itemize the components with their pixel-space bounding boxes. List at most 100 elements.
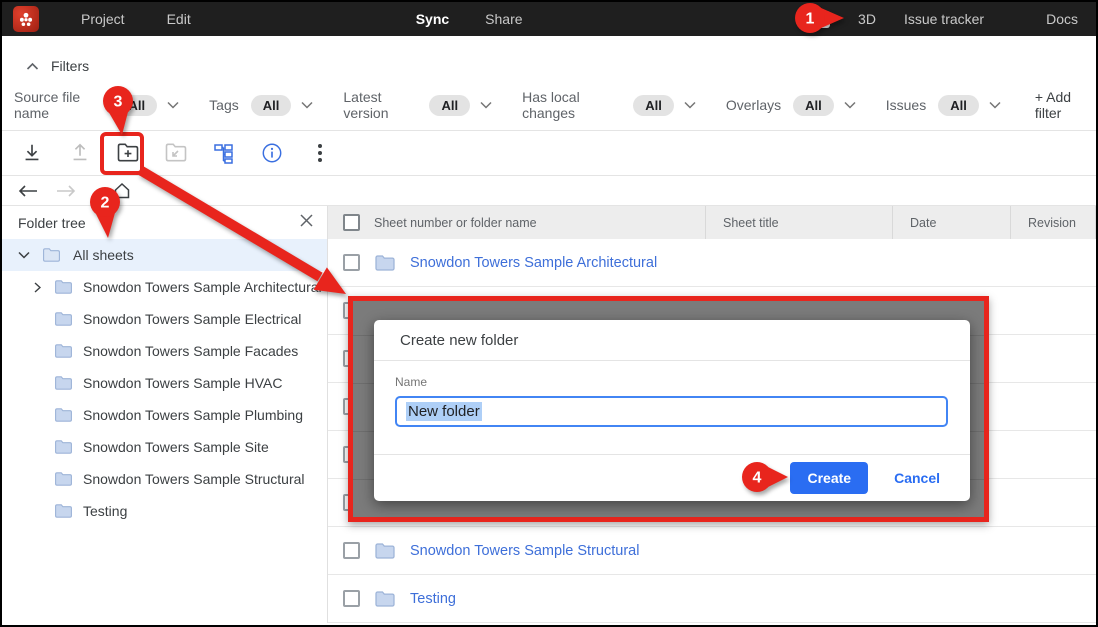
tree-node-facades[interactable]: Snowdon Towers Sample Facades bbox=[2, 335, 327, 367]
menu-edit[interactable]: Edit bbox=[167, 11, 191, 27]
mode-2d-toggle[interactable]: 2D bbox=[801, 11, 830, 28]
filter-tags[interactable]: Tags All bbox=[209, 95, 313, 116]
folder-icon bbox=[42, 247, 61, 263]
download-button[interactable] bbox=[8, 131, 56, 175]
row-checkbox[interactable] bbox=[343, 254, 360, 271]
name-field-label: Name bbox=[395, 375, 948, 389]
sheet-toolbar bbox=[2, 131, 1096, 175]
filter-value-pill[interactable]: All bbox=[633, 95, 674, 116]
tree-node-electrical[interactable]: Snowdon Towers Sample Electrical bbox=[2, 303, 327, 335]
filter-overlays[interactable]: Overlays All bbox=[726, 95, 856, 116]
row-checkbox[interactable] bbox=[343, 542, 360, 559]
folder-icon bbox=[374, 542, 396, 560]
home-button[interactable] bbox=[110, 182, 134, 199]
tree-node-structural[interactable]: Snowdon Towers Sample Structural bbox=[2, 463, 327, 495]
move-to-folder-button[interactable] bbox=[152, 131, 200, 175]
mode-3d-toggle[interactable]: 3D bbox=[858, 11, 876, 27]
tree-view-button[interactable] bbox=[200, 131, 248, 175]
chevron-down-icon[interactable] bbox=[480, 101, 492, 109]
chevron-down-icon[interactable] bbox=[684, 101, 696, 109]
tree-node-hvac[interactable]: Snowdon Towers Sample HVAC bbox=[2, 367, 327, 399]
tree-node-architectural[interactable]: Snowdon Towers Sample Architectural bbox=[2, 271, 327, 303]
folder-link[interactable]: Snowdon Towers Sample Structural bbox=[410, 543, 639, 559]
row-checkbox[interactable] bbox=[343, 590, 360, 607]
add-filter-button[interactable]: + Add filter bbox=[1035, 89, 1096, 121]
filter-has-local-changes[interactable]: Has local changes All bbox=[522, 89, 696, 121]
forward-arrow-icon bbox=[56, 184, 76, 198]
filter-value-pill[interactable]: All bbox=[117, 95, 158, 116]
chevron-up-icon bbox=[26, 62, 39, 71]
tree-node-label: Snowdon Towers Sample Site bbox=[83, 439, 269, 455]
folder-icon bbox=[54, 311, 73, 327]
tree-node-label: Snowdon Towers Sample HVAC bbox=[83, 375, 282, 391]
column-sheet-number[interactable]: Sheet number or folder name bbox=[374, 216, 705, 230]
more-vertical-icon bbox=[317, 142, 323, 164]
folder-icon bbox=[54, 503, 73, 519]
table-row-architectural[interactable]: Snowdon Towers Sample Architectural bbox=[328, 239, 1096, 287]
home-icon bbox=[113, 182, 131, 199]
folder-link[interactable]: Testing bbox=[410, 591, 456, 607]
tree-node-testing[interactable]: Testing bbox=[2, 495, 327, 527]
folder-name-input[interactable]: New folder bbox=[395, 396, 948, 427]
column-revision[interactable]: Revision bbox=[1010, 206, 1096, 239]
menu-share[interactable]: Share bbox=[485, 11, 522, 27]
filter-value-pill[interactable]: All bbox=[938, 95, 979, 116]
filter-issues[interactable]: Issues All bbox=[886, 95, 1001, 116]
annotation-highlight-box-4: Create new folder Name New folder Create… bbox=[348, 296, 989, 522]
column-sheet-title[interactable]: Sheet title bbox=[705, 206, 892, 239]
tree-node-plumbing[interactable]: Snowdon Towers Sample Plumbing bbox=[2, 399, 327, 431]
upload-icon bbox=[69, 142, 91, 164]
filter-value-pill[interactable]: All bbox=[793, 95, 834, 116]
filter-value-pill[interactable]: All bbox=[251, 95, 292, 116]
chevron-down-icon[interactable] bbox=[301, 101, 313, 109]
forward-button[interactable] bbox=[54, 184, 78, 198]
menu-sync[interactable]: Sync bbox=[416, 11, 449, 27]
close-icon[interactable] bbox=[300, 214, 313, 232]
filter-source-file-name[interactable]: Source file name All bbox=[14, 89, 179, 121]
table-row-structural[interactable]: Snowdon Towers Sample Structural bbox=[328, 527, 1096, 575]
folder-icon bbox=[54, 279, 73, 295]
filter-label: Overlays bbox=[726, 97, 781, 113]
table-row-testing[interactable]: Testing bbox=[328, 575, 1096, 623]
menu-issue-tracker[interactable]: Issue tracker bbox=[904, 11, 984, 27]
new-folder-button[interactable] bbox=[104, 131, 152, 175]
selected-input-text: New folder bbox=[406, 402, 482, 421]
filter-latest-version[interactable]: Latest version All bbox=[343, 89, 492, 121]
select-all-checkbox[interactable] bbox=[343, 214, 360, 231]
chevron-down-icon[interactable] bbox=[167, 101, 179, 109]
menu-docs[interactable]: Docs bbox=[1046, 11, 1078, 27]
cancel-button[interactable]: Cancel bbox=[894, 470, 940, 486]
more-options-button[interactable] bbox=[296, 131, 344, 175]
chevron-right-icon[interactable] bbox=[34, 282, 41, 293]
folder-icon bbox=[54, 343, 73, 359]
filters-header[interactable]: Filters bbox=[2, 36, 1096, 80]
back-button[interactable] bbox=[16, 184, 40, 198]
filter-row: Source file name All Tags All Latest ver… bbox=[2, 80, 1096, 130]
folder-icon bbox=[374, 590, 396, 608]
tree-node-site[interactable]: Snowdon Towers Sample Site bbox=[2, 431, 327, 463]
create-button[interactable]: Create bbox=[790, 462, 868, 494]
info-button[interactable] bbox=[248, 131, 296, 175]
filter-label: Source file name bbox=[14, 89, 105, 121]
move-to-folder-icon bbox=[164, 142, 188, 164]
tree-node-label: Snowdon Towers Sample Plumbing bbox=[83, 407, 303, 423]
filter-value-pill[interactable]: All bbox=[429, 95, 470, 116]
column-date[interactable]: Date bbox=[892, 206, 1010, 239]
back-arrow-icon bbox=[18, 184, 38, 198]
folder-tree-title: Folder tree bbox=[18, 215, 86, 231]
tree-node-all-sheets[interactable]: All sheets bbox=[2, 239, 327, 271]
chevron-down-icon[interactable] bbox=[844, 101, 856, 109]
upload-button[interactable] bbox=[56, 131, 104, 175]
tree-node-label: Snowdon Towers Sample Facades bbox=[83, 343, 298, 359]
filter-label: Has local changes bbox=[522, 89, 621, 121]
chevron-down-icon[interactable] bbox=[989, 101, 1001, 109]
filter-label: Latest version bbox=[343, 89, 417, 121]
folder-link[interactable]: Snowdon Towers Sample Architectural bbox=[410, 255, 657, 271]
info-icon bbox=[261, 142, 283, 164]
app-window: Project Edit Sync Share 2D 3D Issue trac… bbox=[0, 0, 1098, 627]
folder-icon bbox=[54, 471, 73, 487]
folder-tree-panel: Folder tree All sheets Snowdon Towers Sa… bbox=[2, 206, 328, 623]
menu-project[interactable]: Project bbox=[81, 11, 125, 27]
filter-label: Tags bbox=[209, 97, 239, 113]
chevron-down-icon[interactable] bbox=[18, 251, 30, 259]
